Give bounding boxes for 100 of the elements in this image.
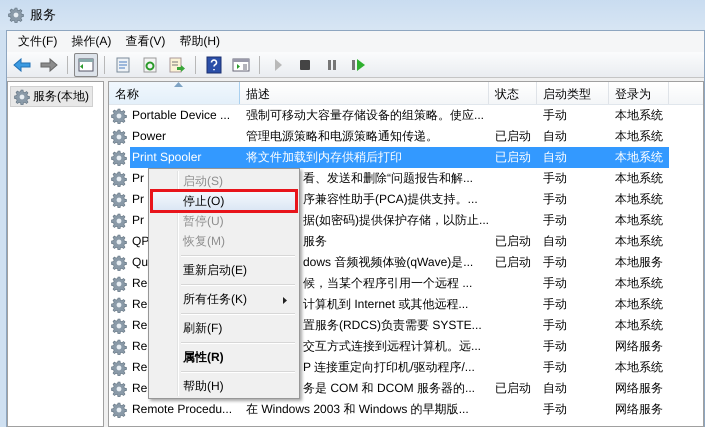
gear-icon xyxy=(14,88,30,104)
table-cell-text: P 连接重定向打印机/驱动程序/... xyxy=(302,359,476,376)
table-cell-text: 手动 xyxy=(542,338,568,355)
table-cell: 将文件加载到内存供稍后打印 xyxy=(240,147,489,168)
menu-item[interactable]: 停止(O) xyxy=(152,191,296,211)
table-cell-text: 手动 xyxy=(542,401,568,418)
table-cell-text: 手动 xyxy=(542,317,568,334)
table-cell-text: Remote Procedu... xyxy=(131,401,232,418)
table-cell-text: Re xyxy=(131,338,148,355)
table-cell-text: 手动 xyxy=(542,254,568,271)
gear-icon xyxy=(8,7,24,23)
table-cell-text: 在 Windows 2003 和 Windows 的早期版... xyxy=(245,401,470,418)
table-cell-text: 网络服务 xyxy=(614,401,664,418)
menu-item[interactable]: 重新启动(E) xyxy=(152,260,296,280)
column-header[interactable]: 启动类型 xyxy=(537,82,609,104)
table-cell-text: 手动 xyxy=(542,296,568,313)
table-cell-text: 据(如密码)提供保护存储，以防止... xyxy=(302,212,489,229)
column-header[interactable]: 名称 xyxy=(109,82,240,104)
table-cell-text: Re xyxy=(131,275,148,292)
column-header[interactable]: 登录为 xyxy=(609,82,669,104)
table-cell-text: 本地系统 xyxy=(614,107,664,124)
gear-icon xyxy=(111,234,130,250)
table-cell-text: 手动 xyxy=(542,359,568,376)
table-cell-text: 自动 xyxy=(542,128,568,145)
table-cell-text: 本地系统 xyxy=(614,128,664,145)
table-cell-text: 手动 xyxy=(542,212,568,229)
menu-item[interactable]: 属性(R) xyxy=(152,347,296,367)
table-cell-text: 服务 xyxy=(302,233,328,250)
table-cell-text: 序兼容性助手(PCA)提供支持。... xyxy=(302,191,479,208)
gear-icon xyxy=(111,318,130,334)
column-header[interactable]: 描述 xyxy=(240,82,489,104)
table-cell-text: 置服务(RDCS)负责需要 SYSTE... xyxy=(302,317,483,334)
table-cell-text: 本地系统 xyxy=(614,170,664,187)
table-cell-text: Portable Device ... xyxy=(131,107,230,124)
table-cell-text: 本地系统 xyxy=(614,317,664,334)
gear-icon xyxy=(111,128,130,144)
console-tree-icon[interactable] xyxy=(74,52,98,76)
table-cell-text: 手动 xyxy=(542,170,568,187)
menu-bar-item[interactable]: 文件(F) xyxy=(11,31,64,52)
gear-icon xyxy=(111,192,130,208)
gear-icon xyxy=(111,170,130,186)
table-cell: 已启动 xyxy=(489,147,537,168)
table-cell-text: Re xyxy=(131,380,148,397)
gear-icon xyxy=(111,296,130,312)
table-cell-text: Pr xyxy=(131,191,144,208)
menu-bar-item[interactable]: 帮助(H) xyxy=(172,31,227,52)
table-cell-text: 本地服务 xyxy=(614,254,664,271)
menu-item[interactable]: 所有任务(K) xyxy=(152,289,296,309)
column-header[interactable]: 状态 xyxy=(489,82,537,104)
tree-item-label: 服务(本地) xyxy=(33,88,89,105)
table-cell-text: 手动 xyxy=(542,107,568,124)
table-cell-text: 已启动 xyxy=(494,380,532,397)
gear-icon xyxy=(111,402,130,418)
table-cell-text: Re xyxy=(131,296,148,313)
table-cell-text: 自动 xyxy=(542,380,568,397)
table-cell: Print Spooler xyxy=(130,147,240,168)
table-cell-text: 本地系统 xyxy=(614,359,664,376)
table-cell-text: Re xyxy=(131,317,148,334)
table-cell-text: 管理电源策略和电源策略通知传递。 xyxy=(245,128,439,145)
gear-icon xyxy=(111,254,130,270)
table-cell-text: QP xyxy=(131,233,150,250)
table-cell-text: 交互方式连接到远程计算机。远... xyxy=(302,338,482,355)
table-cell-text: 自动 xyxy=(542,233,568,250)
menu-item[interactable]: 刷新(F) xyxy=(152,318,296,338)
menu-bar-item[interactable]: 查看(V) xyxy=(118,31,172,52)
table-cell-text: Power xyxy=(131,128,166,145)
table-cell-text: 看、发送和删除“问题报告和解... xyxy=(302,170,474,187)
table-cell-text: 本地系统 xyxy=(614,191,664,208)
table-cell-text: 手动 xyxy=(542,275,568,292)
menu-bar-item[interactable]: 操作(A) xyxy=(64,31,118,52)
table-cell-text: 务是 COM 和 DCOM 服务器的... xyxy=(302,380,476,397)
table-cell-text: Qu xyxy=(131,254,148,271)
table-cell-text: 网络服务 xyxy=(614,338,664,355)
gear-icon xyxy=(111,108,130,124)
table-cell-text: Re xyxy=(131,359,148,376)
table-cell-text: Pr xyxy=(131,170,144,187)
gear-icon xyxy=(111,380,130,396)
table-cell: 本地系统 xyxy=(609,147,669,168)
table-cell-text: 已启动 xyxy=(494,254,532,271)
menu-item[interactable]: 帮助(H) xyxy=(152,376,296,396)
window-title: 服务 xyxy=(30,6,56,24)
sort-arrow-icon xyxy=(174,82,183,87)
table-cell-text: 本地系统 xyxy=(614,296,664,313)
gear-icon xyxy=(111,212,130,228)
table-cell-text: 候，当某个程序引用一个远程 ... xyxy=(302,275,474,292)
table-cell-text: Pr xyxy=(131,212,144,229)
table-cell-text: 网络服务 xyxy=(614,380,664,397)
table-cell-text: 本地系统 xyxy=(614,233,664,250)
gear-icon xyxy=(111,276,130,292)
table-cell-text: 已启动 xyxy=(494,233,532,250)
gear-icon xyxy=(111,338,130,354)
table-cell-text: 本地系统 xyxy=(614,275,664,292)
gear-icon xyxy=(111,150,130,166)
table-cell: 自动 xyxy=(537,147,609,168)
table-cell-text: 手动 xyxy=(542,191,568,208)
table-cell-text: 强制可移动大容量存储设备的组策略。使应... xyxy=(245,107,486,124)
table-cell-text: 本地系统 xyxy=(614,212,664,229)
gear-icon xyxy=(111,360,130,376)
tree-item[interactable]: 服务(本地) xyxy=(10,86,93,107)
table-cell-text: 已启动 xyxy=(494,128,532,145)
